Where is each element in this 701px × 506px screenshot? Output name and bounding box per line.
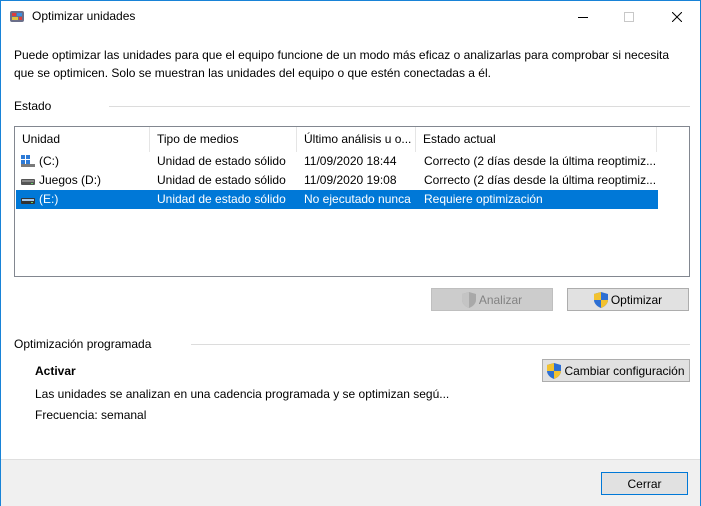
maximize-button[interactable] bbox=[606, 1, 652, 32]
close-button[interactable]: Cerrar bbox=[601, 472, 688, 495]
column-header-tipo[interactable]: Tipo de medios bbox=[150, 127, 297, 152]
intro-text: Puede optimizar las unidades para que el… bbox=[14, 48, 670, 80]
drives-list[interactable]: Unidad Tipo de medios Último análisis u … bbox=[14, 126, 690, 277]
media-type: Unidad de estado sólido bbox=[157, 192, 286, 206]
schedule-description: Las unidades se analizan en una cadencia… bbox=[35, 387, 450, 401]
media-type: Unidad de estado sólido bbox=[157, 173, 286, 187]
windows-drive-icon bbox=[21, 155, 35, 167]
current-status: Requiere optimización bbox=[424, 192, 543, 206]
maximize-icon bbox=[624, 11, 634, 22]
estado-section-label: Estado bbox=[14, 99, 52, 113]
window-title: Optimizar unidades bbox=[32, 9, 136, 23]
current-status: Correcto (2 días desde la última reoptim… bbox=[424, 173, 656, 187]
last-analysis: 11/09/2020 18:44 bbox=[304, 154, 397, 168]
column-header-estado-actual[interactable]: Estado actual bbox=[416, 127, 657, 152]
drive-icon bbox=[21, 198, 35, 204]
analyze-button[interactable]: Analizar bbox=[431, 288, 553, 311]
title-bar: Optimizar unidades bbox=[1, 1, 700, 32]
close-label: Cerrar bbox=[627, 476, 662, 491]
drive-name: (E:) bbox=[39, 192, 59, 206]
uac-shield-icon bbox=[547, 362, 562, 379]
uac-shield-icon bbox=[461, 291, 476, 308]
close-icon bbox=[672, 11, 682, 22]
uac-shield-icon bbox=[593, 291, 608, 308]
current-status: Correcto (2 días desde la última reoptim… bbox=[424, 154, 656, 168]
drive-name: (C:) bbox=[39, 154, 59, 168]
last-analysis: No ejecutado nunca bbox=[304, 192, 411, 206]
scheduled-divider bbox=[191, 344, 690, 345]
schedule-status: Activar bbox=[35, 364, 76, 378]
last-analysis: 11/09/2020 19:08 bbox=[304, 173, 397, 187]
defrag-app-icon bbox=[10, 11, 24, 22]
change-settings-label: Cambiar configuración bbox=[564, 363, 685, 378]
scheduled-section-label: Optimización programada bbox=[14, 337, 152, 351]
column-header-ultimo-analisis[interactable]: Último análisis u o... bbox=[297, 127, 416, 152]
media-type: Unidad de estado sólido bbox=[157, 154, 286, 168]
dialog-footer: Cerrar bbox=[1, 459, 700, 506]
change-settings-button[interactable]: Cambiar configuración bbox=[542, 359, 690, 382]
column-header-unidad[interactable]: Unidad bbox=[15, 127, 150, 152]
drive-icon bbox=[21, 179, 35, 185]
close-window-button[interactable] bbox=[654, 1, 700, 32]
table-row[interactable]: Juegos (D:) Unidad de estado sólido 11/0… bbox=[16, 171, 658, 190]
schedule-frequency: Frecuencia: semanal bbox=[35, 408, 147, 422]
analyze-label: Analizar bbox=[478, 292, 523, 307]
table-row[interactable]: (C:) Unidad de estado sólido 11/09/2020 … bbox=[16, 152, 658, 171]
minimize-button[interactable] bbox=[560, 1, 606, 32]
optimize-label: Optimizar bbox=[610, 292, 663, 307]
drives-list-header: Unidad Tipo de medios Último análisis u … bbox=[15, 127, 689, 152]
drive-name: Juegos (D:) bbox=[39, 173, 102, 187]
optimize-button[interactable]: Optimizar bbox=[567, 288, 689, 311]
estado-divider bbox=[109, 106, 690, 107]
optimize-drives-window: Optimizar unidades Puede optimizar las u… bbox=[0, 0, 701, 506]
minimize-icon bbox=[578, 16, 588, 18]
table-row-selected[interactable]: (E:) Unidad de estado sólido No ejecutad… bbox=[16, 190, 658, 209]
